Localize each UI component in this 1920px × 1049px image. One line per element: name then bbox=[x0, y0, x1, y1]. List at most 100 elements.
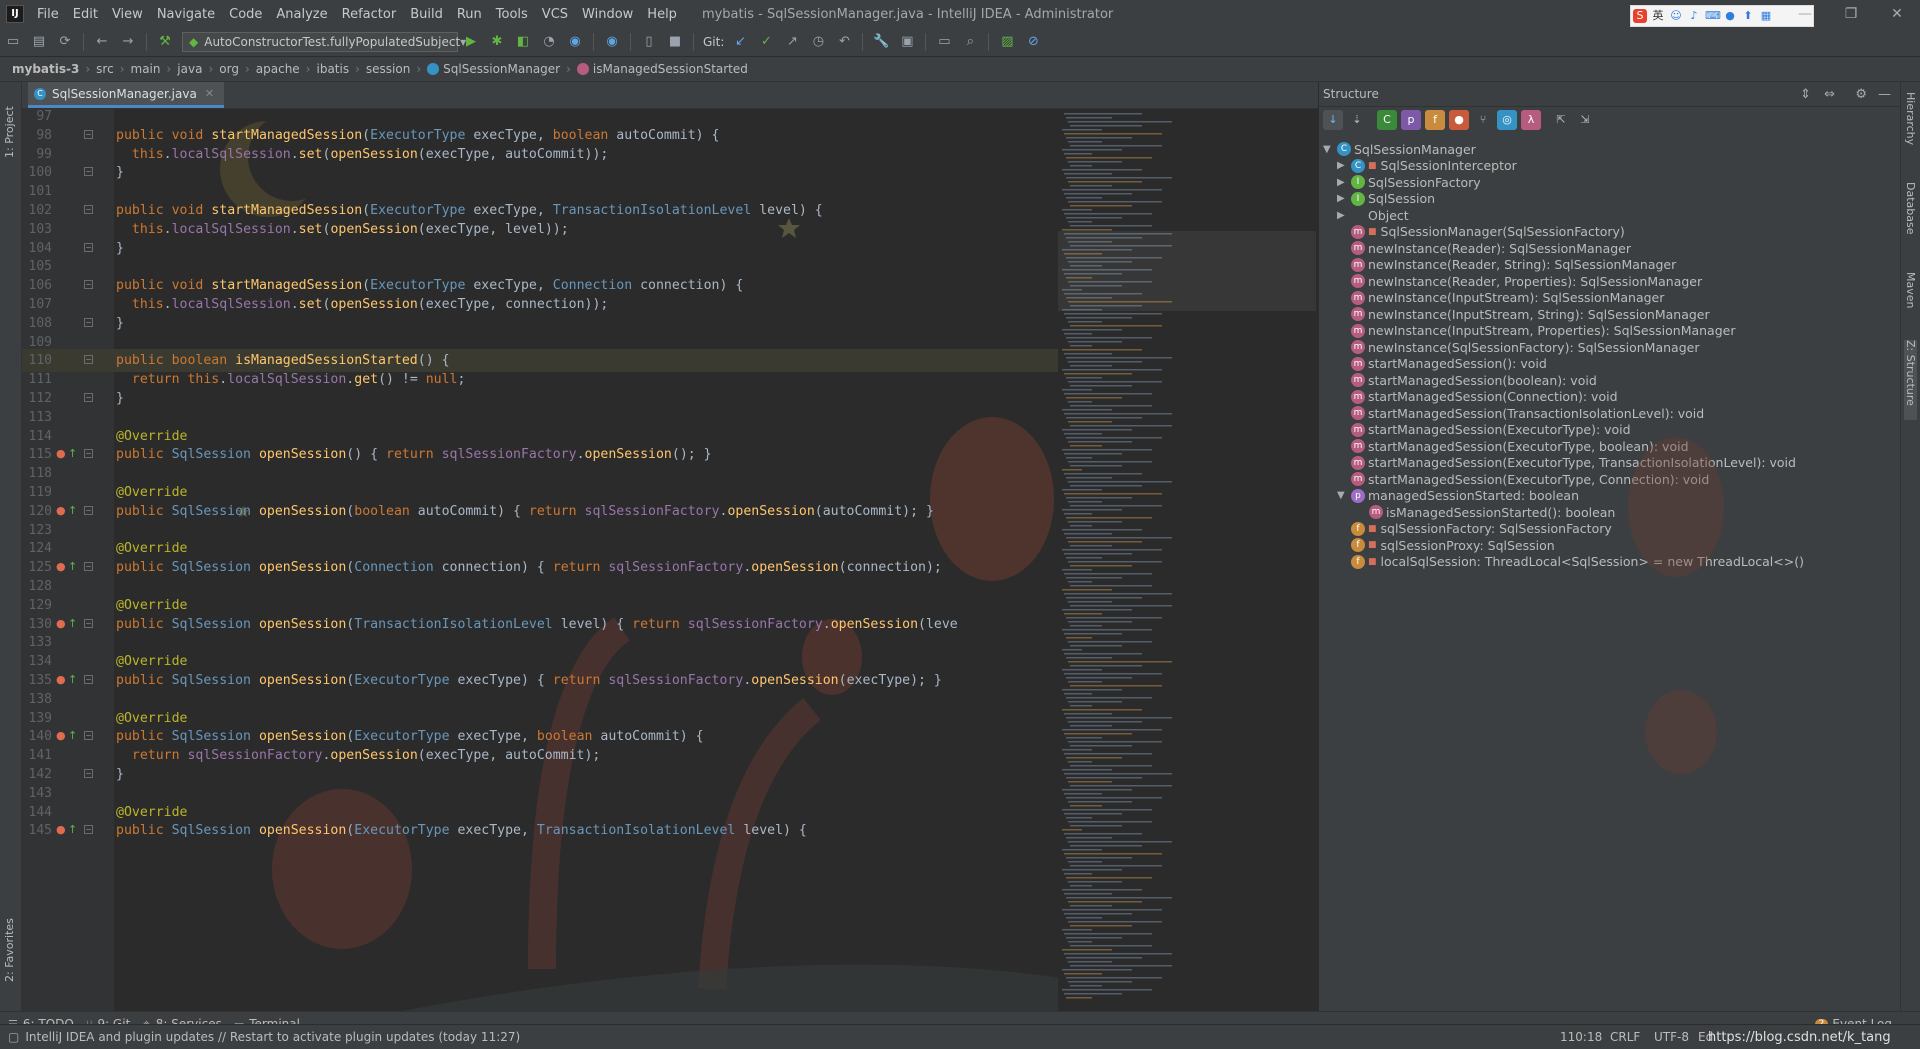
user-icon[interactable]: ● bbox=[1723, 9, 1737, 23]
implements-marker-icon[interactable]: ↑ bbox=[68, 446, 80, 462]
chevron-right-icon[interactable]: ▶ bbox=[1337, 210, 1351, 221]
code-line[interactable]: 145 ● ↑ − public SqlSession openSession(Exec… bbox=[22, 819, 1068, 842]
structure-tool-tab[interactable]: Z: Structure bbox=[1904, 340, 1917, 420]
overrides-marker-icon[interactable]: ● bbox=[56, 559, 68, 575]
line-separator[interactable]: CRLF bbox=[1610, 1030, 1640, 1044]
show-anonymous-icon[interactable]: ⑂ bbox=[1473, 110, 1493, 130]
statistic-icon[interactable]: ▨ bbox=[996, 31, 1018, 53]
debug-icon[interactable]: ✱ bbox=[486, 31, 508, 53]
fold-toggle-icon[interactable]: − bbox=[84, 317, 93, 327]
close-tab-icon[interactable]: ✕ bbox=[205, 87, 214, 100]
project-structure-icon[interactable]: ▣ bbox=[896, 31, 918, 53]
overrides-marker-icon[interactable]: ● bbox=[56, 728, 68, 744]
menu-item-analyze[interactable]: Analyze bbox=[269, 7, 334, 22]
hierarchy-tool-tab[interactable]: Hierarchy bbox=[1904, 92, 1917, 172]
status-message[interactable]: IntelliJ IDEA and plugin updates // Rest… bbox=[25, 1030, 520, 1044]
fold-toggle-icon[interactable]: − bbox=[84, 675, 93, 684]
update-icon[interactable]: ▢ bbox=[8, 1030, 19, 1044]
menu-item-edit[interactable]: Edit bbox=[66, 7, 105, 22]
collapse-all-icon[interactable]: ⇔ bbox=[1824, 87, 1835, 102]
code-minimap[interactable] bbox=[1058, 109, 1316, 1011]
menu-item-file[interactable]: File bbox=[30, 7, 66, 22]
menu-item-refactor[interactable]: Refactor bbox=[335, 7, 404, 22]
overrides-marker-icon[interactable]: ● bbox=[56, 446, 68, 462]
autoscroll-to-source-icon[interactable]: ⇱ bbox=[1551, 110, 1571, 130]
search-icon[interactable]: ⌕ bbox=[959, 31, 981, 53]
tab-sqlsessionmanager[interactable]: C SqlSessionManager.java ✕ bbox=[28, 82, 225, 108]
structure-tree-item[interactable]: f ■ localSqlSession: ThreadLocal<SqlSessio… bbox=[1337, 552, 1804, 572]
fold-toggle-icon[interactable]: − bbox=[84, 167, 93, 177]
fold-toggle-icon[interactable]: − bbox=[84, 280, 93, 290]
fold-toggle-icon[interactable]: − bbox=[84, 449, 93, 459]
show-properties-icon[interactable]: p bbox=[1401, 110, 1421, 130]
overrides-marker-icon[interactable]: ● bbox=[56, 672, 68, 688]
fold-toggle-icon[interactable]: − bbox=[84, 205, 93, 214]
forward-arrow-icon[interactable]: → bbox=[117, 31, 139, 53]
attach-debugger-icon[interactable]: ▯ bbox=[638, 31, 660, 53]
breadcrumb-item[interactable]: main bbox=[127, 62, 165, 76]
maven-tool-tab[interactable]: Maven bbox=[1904, 272, 1917, 332]
show-inherited-icon[interactable]: C bbox=[1377, 110, 1397, 130]
show-non-public-icon[interactable]: ● bbox=[1449, 110, 1469, 130]
run-configuration-select[interactable]: ◆ AutoConstructorTest.fullyPopulatedSubj… bbox=[182, 32, 466, 52]
ime-language-toggle[interactable]: 英 bbox=[1651, 9, 1665, 23]
implements-marker-icon[interactable]: ↑ bbox=[68, 503, 80, 519]
implements-marker-icon[interactable]: ↑ bbox=[68, 728, 80, 744]
database-tool-tab[interactable]: Database bbox=[1904, 182, 1917, 262]
update-running-icon[interactable]: ◉ bbox=[564, 31, 586, 53]
terminal-window-icon[interactable]: ▭ bbox=[933, 31, 955, 53]
code-editor[interactable]: 97 98− public void startManagedSession(Exe… bbox=[22, 109, 1068, 1011]
implements-marker-icon[interactable]: ↑ bbox=[68, 672, 80, 688]
breadcrumb-item[interactable]: java bbox=[173, 62, 206, 76]
menu-item-tools[interactable]: Tools bbox=[489, 7, 535, 22]
menu-item-code[interactable]: Code bbox=[222, 7, 269, 22]
chevron-down-icon[interactable]: ▼ bbox=[1337, 490, 1351, 501]
menu-item-run[interactable]: Run bbox=[450, 7, 489, 22]
fold-toggle-icon[interactable]: − bbox=[84, 769, 93, 778]
favorites-tool-tab[interactable]: 2: Favorites bbox=[3, 902, 16, 982]
breadcrumb-item[interactable]: session bbox=[362, 62, 414, 76]
fold-toggle-icon[interactable]: − bbox=[84, 618, 93, 628]
git-history-icon[interactable]: ◷ bbox=[807, 31, 829, 53]
implements-marker-icon[interactable]: ↑ bbox=[68, 616, 80, 632]
back-arrow-icon[interactable]: ← bbox=[91, 31, 113, 53]
grid-menu-icon[interactable]: ▦ bbox=[1759, 9, 1773, 23]
fold-toggle-icon[interactable]: − bbox=[84, 562, 93, 572]
stop-icon[interactable]: ■ bbox=[664, 31, 686, 53]
breadcrumb-item[interactable]: SqlSessionManager bbox=[423, 62, 564, 76]
git-update-icon[interactable]: ↙ bbox=[729, 31, 751, 53]
hide-panel-icon[interactable]: — bbox=[1878, 87, 1891, 102]
sort-by-visibility-icon[interactable]: ⇣ bbox=[1347, 110, 1367, 130]
overrides-marker-icon[interactable]: ● bbox=[56, 822, 68, 838]
profiler-icon[interactable]: ◔ bbox=[538, 31, 560, 53]
show-fields-icon[interactable]: f bbox=[1425, 110, 1445, 130]
fold-toggle-icon[interactable]: − bbox=[84, 129, 93, 139]
coverage-icon[interactable]: ◧ bbox=[512, 31, 534, 53]
gear-icon[interactable]: ⚙ bbox=[1855, 87, 1867, 102]
microphone-icon[interactable]: ♪ bbox=[1687, 9, 1701, 23]
menu-item-view[interactable]: View bbox=[105, 7, 150, 22]
fold-toggle-icon[interactable]: − bbox=[84, 393, 93, 402]
breadcrumb-item[interactable]: src bbox=[92, 62, 118, 76]
overrides-marker-icon[interactable]: ● bbox=[56, 616, 68, 632]
save-all-icon[interactable]: ▤ bbox=[28, 31, 50, 53]
chevron-right-icon[interactable]: ▶ bbox=[1337, 160, 1351, 171]
menu-item-help[interactable]: Help bbox=[640, 7, 684, 22]
fold-toggle-icon[interactable]: − bbox=[84, 505, 93, 515]
chevron-right-icon[interactable]: ▶ bbox=[1337, 193, 1351, 204]
menu-item-vcs[interactable]: VCS bbox=[535, 7, 575, 22]
breadcrumb-item[interactable]: ibatis bbox=[313, 62, 354, 76]
autoscroll-from-source-icon[interactable]: ⇲ bbox=[1575, 110, 1595, 130]
run-icon[interactable]: ▶ bbox=[460, 31, 482, 53]
tasks-icon[interactable]: ◉ bbox=[601, 31, 623, 53]
fold-toggle-icon[interactable]: − bbox=[84, 355, 93, 365]
emoji-icon[interactable]: ☺ bbox=[1669, 9, 1683, 23]
keyboard-icon[interactable]: ⌨ bbox=[1705, 9, 1721, 23]
sort-alphabetically-icon[interactable]: ↓ bbox=[1323, 110, 1343, 130]
chevron-right-icon[interactable]: ▶ bbox=[1337, 177, 1351, 188]
project-tool-tab[interactable]: 1: Project bbox=[3, 88, 16, 158]
sogou-logo-icon[interactable]: S bbox=[1633, 9, 1647, 23]
file-encoding[interactable]: UTF-8 bbox=[1654, 1030, 1689, 1044]
intellij-logo-icon[interactable]: IJ bbox=[6, 5, 24, 23]
menu-item-window[interactable]: Window bbox=[575, 7, 640, 22]
